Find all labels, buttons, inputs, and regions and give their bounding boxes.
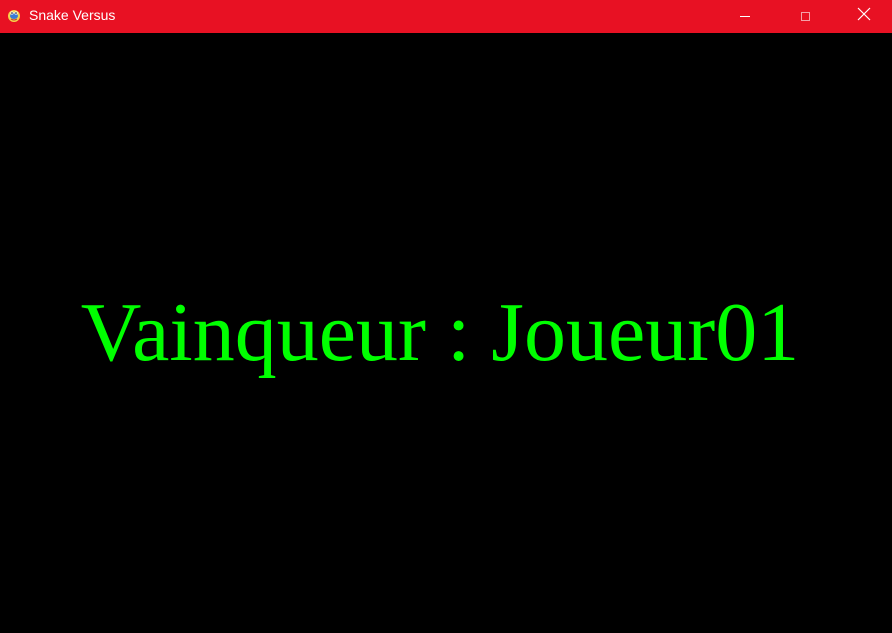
python-snake-icon	[6, 7, 22, 23]
minimize-button[interactable]	[722, 0, 768, 33]
maximize-icon	[800, 12, 810, 21]
minimize-icon	[740, 16, 750, 17]
game-canvas: Vainqueur : Joueur01	[0, 33, 892, 633]
close-icon	[857, 7, 871, 26]
title-bar[interactable]: Snake Versus	[0, 0, 892, 33]
app-window: Snake Versus Vainqueur : Joueur01	[0, 0, 892, 633]
close-button[interactable]	[841, 0, 887, 33]
winner-message: Vainqueur : Joueur01	[80, 286, 800, 379]
maximize-button[interactable]	[782, 0, 828, 33]
window-title: Snake Versus	[29, 7, 116, 23]
